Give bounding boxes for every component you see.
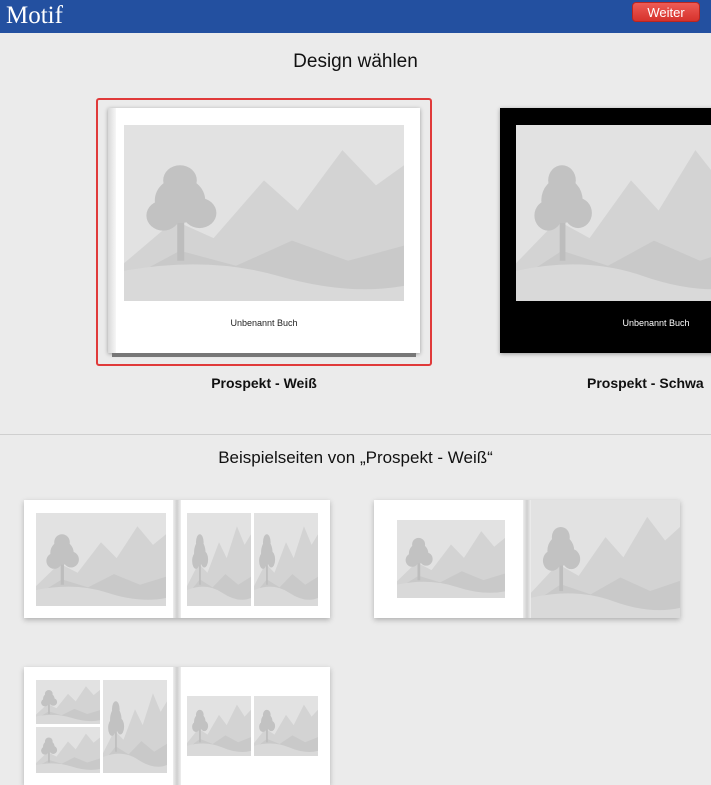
app-title: Motif [6, 2, 63, 29]
landscape-placeholder-icon [103, 680, 167, 773]
landscape-placeholder-icon [36, 727, 100, 773]
sample-spread-1[interactable] [24, 500, 330, 618]
landscape-placeholder-icon [397, 520, 505, 598]
book-cover-white[interactable]: Unbenannt Buch [108, 108, 420, 357]
title-bar: Motif Weiter [0, 0, 711, 33]
page-gutter [523, 500, 531, 618]
landscape-placeholder-icon [124, 125, 404, 301]
sample-spread-3[interactable] [24, 667, 330, 785]
page-gutter [173, 667, 181, 785]
cover-title: Unbenannt Buch [230, 318, 298, 328]
design-label-white: Prospekt - Weiß [211, 375, 317, 391]
landscape-placeholder-icon [531, 500, 680, 618]
samples-section-title: Beispielseiten von „Prospekt - Weiß“ [218, 448, 493, 467]
sample-spread-2[interactable] [374, 500, 680, 618]
landscape-placeholder-icon [36, 680, 100, 724]
design-label-black: Prospekt - Schwa [587, 375, 704, 391]
next-button[interactable]: Weiter [632, 2, 700, 22]
landscape-placeholder-icon [187, 696, 251, 756]
book-spine [108, 108, 116, 353]
cover-title: Unbenannt Buch [622, 318, 690, 328]
book-bottom-edge [112, 353, 416, 357]
landscape-placeholder-icon [187, 513, 251, 606]
section-divider [0, 434, 711, 435]
book-cover-black[interactable]: Unbenannt Buch [500, 108, 711, 353]
landscape-placeholder-icon [254, 513, 318, 606]
landscape-placeholder-icon [516, 125, 711, 301]
design-section-title: Design wählen [293, 51, 418, 72]
landscape-placeholder-icon [36, 513, 166, 606]
page-gutter [173, 500, 181, 618]
landscape-placeholder-icon [254, 696, 318, 756]
